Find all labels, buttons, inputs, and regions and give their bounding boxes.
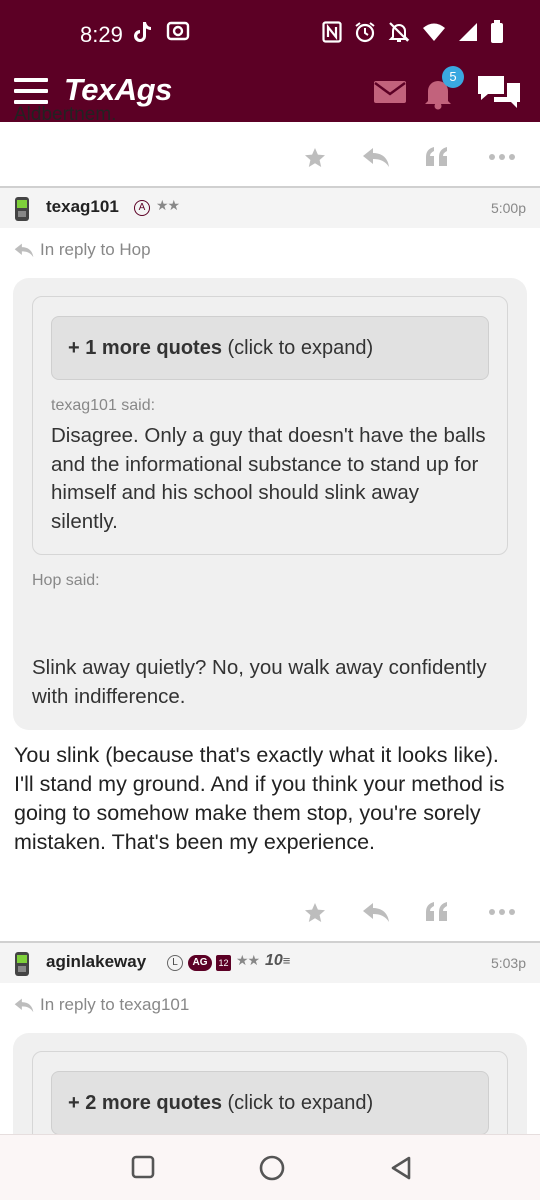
badge-12: 12 [216,955,231,971]
previous-post-text: Aldbertnem. [14,104,117,125]
chat-icon[interactable] [476,74,522,114]
post-time: 5:00p [490,200,526,216]
more-icon[interactable] [488,901,516,927]
quote-author: texag101 said: [51,397,156,414]
clock: 8:29 [80,22,123,47]
more-quotes-count: + 1 more quotes [68,337,222,359]
mute-icon [388,21,410,43]
ten-badge: 10≡ [265,952,290,970]
reply-icon[interactable] [362,901,390,927]
username[interactable]: aginlakeway [46,952,146,972]
quote-icon[interactable] [425,146,449,172]
post-header: texag101 A ★★ 5:00p [0,188,540,228]
in-reply-to[interactable]: In reply to Hop [14,240,151,260]
in-reply-to[interactable]: In reply to texag101 [14,995,189,1015]
system-nav-bar [0,1134,540,1200]
in-reply-label: In reply to Hop [40,240,151,259]
notification-badge: 5 [442,66,464,88]
username[interactable]: texag101 [46,197,119,217]
screenshot-icon [166,20,190,44]
quote-author: Hop said: [32,572,100,589]
star-icon[interactable] [303,146,327,174]
phone-icon [14,196,30,226]
home-button[interactable] [259,1155,285,1185]
battery-icon [490,20,504,44]
in-reply-label: In reply to texag101 [40,995,190,1014]
badge-a: A [134,200,150,216]
ten-badge-stripes: ≡ [282,953,291,968]
post-time: 5:03p [490,955,526,971]
reply-icon[interactable] [362,146,390,172]
logo[interactable]: TexAgs [64,72,172,108]
post-header: aginlakeway L AG 12 ★★ 10≡ 5:03p [0,943,540,983]
menu-icon[interactable] [14,78,48,104]
expand-quotes-button[interactable]: + 1 more quotes (click to expand) [51,316,489,380]
star-icon[interactable] [303,901,327,929]
back-button[interactable] [389,1155,413,1185]
quote-text: Disagree. Only a guy that doesn't have t… [51,424,486,533]
rating-stars: ★★ [156,198,180,214]
ten-badge-number: 10 [265,952,283,969]
rating-stars: ★★ [236,953,260,969]
more-quotes-hint: (click to expand) [221,337,374,359]
phone-icon [14,951,30,981]
wifi-icon [422,22,446,42]
quote-text: Slink away quietly? No, you walk away co… [32,656,487,708]
nfc-icon [322,21,342,43]
more-quotes-count: + 2 more quotes [68,1092,222,1114]
badge-ag: AG [188,955,212,971]
more-icon[interactable] [488,146,516,172]
tiktok-icon [132,20,152,44]
recents-button[interactable] [131,1155,155,1183]
more-quotes-hint: (click to expand) [221,1092,374,1114]
alarm-icon [354,21,376,43]
mail-icon[interactable] [373,80,407,108]
signal-icon [458,22,478,42]
post-actions [0,138,540,178]
reply-arrow-icon [14,243,34,258]
post-body: You slink (because that's exactly what i… [14,743,505,854]
post-actions [0,893,540,933]
badge-l: L [167,955,183,971]
expand-quotes-button[interactable]: + 2 more quotes (click to expand) [51,1071,489,1135]
quote-icon[interactable] [425,901,449,927]
reply-arrow-icon [14,998,34,1013]
status-bar: 8:29 [0,0,540,62]
